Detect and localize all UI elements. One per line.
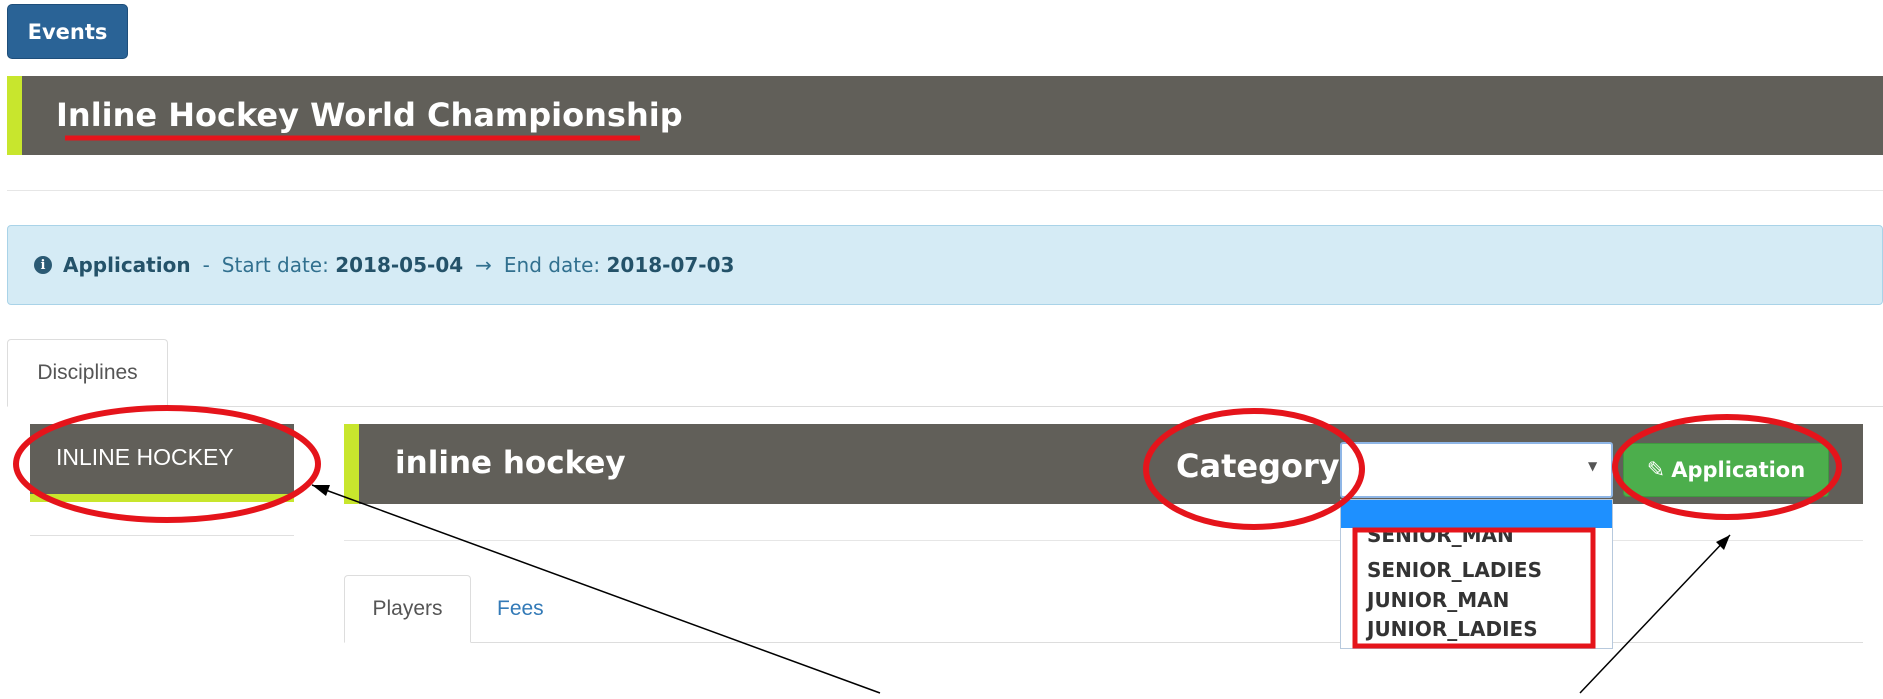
start-date-label: Start date: [221,253,329,277]
dropdown-option[interactable]: SENIOR_LADIES [1367,558,1542,582]
category-select[interactable] [1340,442,1613,498]
discipline-accent-stripe [344,424,359,504]
dropdown-option[interactable]: SENIOR_MAN [1367,528,1514,550]
arrow: → [475,253,492,277]
subtabs-border [344,642,1863,643]
discipline-title: inline hockey [395,445,626,481]
application-button-label: Application [1671,458,1806,482]
end-date: 2018-07-03 [606,253,735,277]
category-label: Category [1176,447,1340,485]
title-accent-stripe [7,76,22,155]
info-circle-icon: i [34,256,52,274]
arrowhead-1 [312,485,330,496]
edit-icon: ✎ [1646,457,1666,483]
arrowhead-2 [1716,535,1730,550]
application-button[interactable]: ✎ Application [1623,443,1829,497]
tab-disciplines[interactable]: Disciplines [7,339,168,407]
tab-players[interactable]: Players [344,575,471,643]
application-period: i Application - Start date: 2018-05-04 →… [34,250,734,280]
sidebar-item-accent [30,494,294,502]
dropdown-option-empty[interactable] [1341,500,1612,528]
separator: - [202,253,210,277]
start-date: 2018-05-04 [335,253,464,277]
dropdown-option[interactable]: JUNIOR_LADIES [1367,617,1538,641]
end-date-label: End date: [503,253,601,277]
tab-fees[interactable]: Fees [497,592,544,626]
event-title: Inline Hockey World Championship [56,96,683,134]
tabs-border [7,406,1883,407]
sidebar-divider [30,535,294,536]
events-button[interactable]: Events [7,4,128,59]
application-label: Application [63,253,191,277]
dropdown-option[interactable]: JUNIOR_MAN [1367,588,1509,612]
discipline-divider [344,540,1863,541]
sidebar-item-label[interactable]: INLINE HOCKEY [56,444,234,471]
divider [7,190,1883,191]
caret-down-icon[interactable]: ▼ [1588,459,1597,473]
